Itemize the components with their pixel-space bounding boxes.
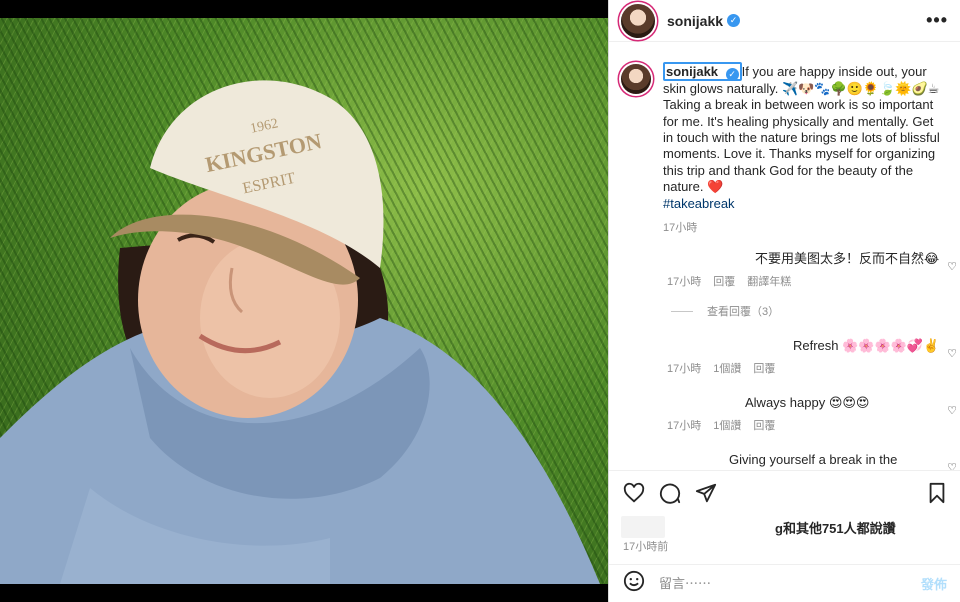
selfie-illustration: KINGSTON 1962 ESPRIT: [0, 80, 600, 584]
comment-time: 17小時: [667, 363, 702, 376]
bookmark-icon[interactable]: [927, 482, 947, 504]
post-comment-button[interactable]: 發佈: [921, 574, 947, 593]
like-count[interactable]: 1個讚: [713, 417, 741, 433]
view-replies-link[interactable]: 查看回覆（3）: [609, 289, 960, 319]
caption-avatar[interactable]: [621, 64, 651, 94]
comment-text: Refresh 🌸🌸🌸🌸💞✌️: [793, 338, 940, 354]
emoji-smiley-icon[interactable]: [623, 570, 645, 597]
share-paper-plane-icon[interactable]: [695, 482, 717, 504]
comment-like-heart-icon[interactable]: ♡: [947, 260, 957, 273]
likes-summary[interactable]: g和其他751人都說讚: [621, 516, 949, 538]
more-options-icon[interactable]: •••: [926, 10, 948, 31]
comment-item: Refresh 🌸🌸🌸🌸💞✌️ 17小時 1個讚 回覆 ♡: [609, 337, 960, 376]
likes-text: g和其他751人都說讚: [775, 520, 896, 536]
reply-button[interactable]: 回覆: [753, 360, 775, 376]
verified-badge-icon: ✓: [725, 67, 739, 81]
add-comment-bar: 發佈: [609, 564, 960, 602]
liker-avatars: [621, 516, 665, 538]
comment-text: Always happy 😍😍😍: [745, 395, 870, 411]
header-username[interactable]: sonijakk: [667, 13, 723, 29]
like-count[interactable]: 1個讚: [713, 360, 741, 376]
reply-button[interactable]: 回覆: [753, 417, 775, 433]
view-replies-label: 查看回覆（3）: [707, 306, 780, 319]
comment-item: 不要用美图太多！反而不自然😂 17小時 回覆 翻譯年糕 ♡: [609, 250, 960, 289]
comment-time: 17小時: [667, 420, 702, 433]
post-header: sonijakk ✓ •••: [609, 0, 960, 42]
comment-item: Always happy 😍😍😍 17小時 1個讚 回覆 ♡: [609, 394, 960, 433]
profile-avatar[interactable]: [621, 3, 655, 38]
caption-time: 17小時: [663, 221, 698, 234]
caption-username[interactable]: sonijakk ✓: [663, 62, 742, 81]
comment-like-heart-icon[interactable]: ♡: [947, 404, 957, 417]
photo-letterbox-top: [0, 0, 608, 18]
hashtag-link[interactable]: #takeabreak: [663, 196, 735, 211]
comment-like-heart-icon[interactable]: ♡: [947, 347, 957, 360]
comment-bubble-icon[interactable]: [659, 482, 681, 504]
comment-text: Giving yourself a break in the: [729, 452, 898, 468]
comment-time: 17小時: [667, 276, 702, 289]
reply-button[interactable]: 回覆: [713, 273, 735, 289]
caption-text: If you are happy inside out, your skin g…: [663, 64, 940, 195]
comment-like-heart-icon[interactable]: ♡: [947, 461, 957, 470]
replies-divider: [671, 310, 693, 312]
translate-button[interactable]: 翻譯年糕: [747, 273, 791, 289]
photo-letterbox-bottom: [0, 584, 608, 602]
comment-text: 不要用美图太多！反而不自然😂: [755, 251, 940, 267]
instagram-post-view: KINGSTON 1962 ESPRIT sonijakk ✓ ••• soni…: [0, 0, 960, 602]
post-action-bar: [609, 470, 960, 514]
post-timestamp: 17小時前: [623, 541, 669, 553]
verified-badge-icon: ✓: [727, 14, 741, 27]
post-side-panel: sonijakk ✓ ••• sonijakk ✓ If you are happ…: [608, 0, 960, 602]
comment-item: Giving yourself a break in the ♡: [609, 451, 960, 470]
comments-scroll-area[interactable]: sonijakk ✓ If you are happy inside out, y…: [609, 48, 960, 470]
comment-input[interactable]: [659, 576, 899, 591]
post-photo[interactable]: KINGSTON 1962 ESPRIT: [0, 18, 608, 584]
like-heart-icon[interactable]: [623, 482, 645, 504]
post-caption: sonijakk ✓ If you are happy inside out, y…: [609, 48, 960, 236]
